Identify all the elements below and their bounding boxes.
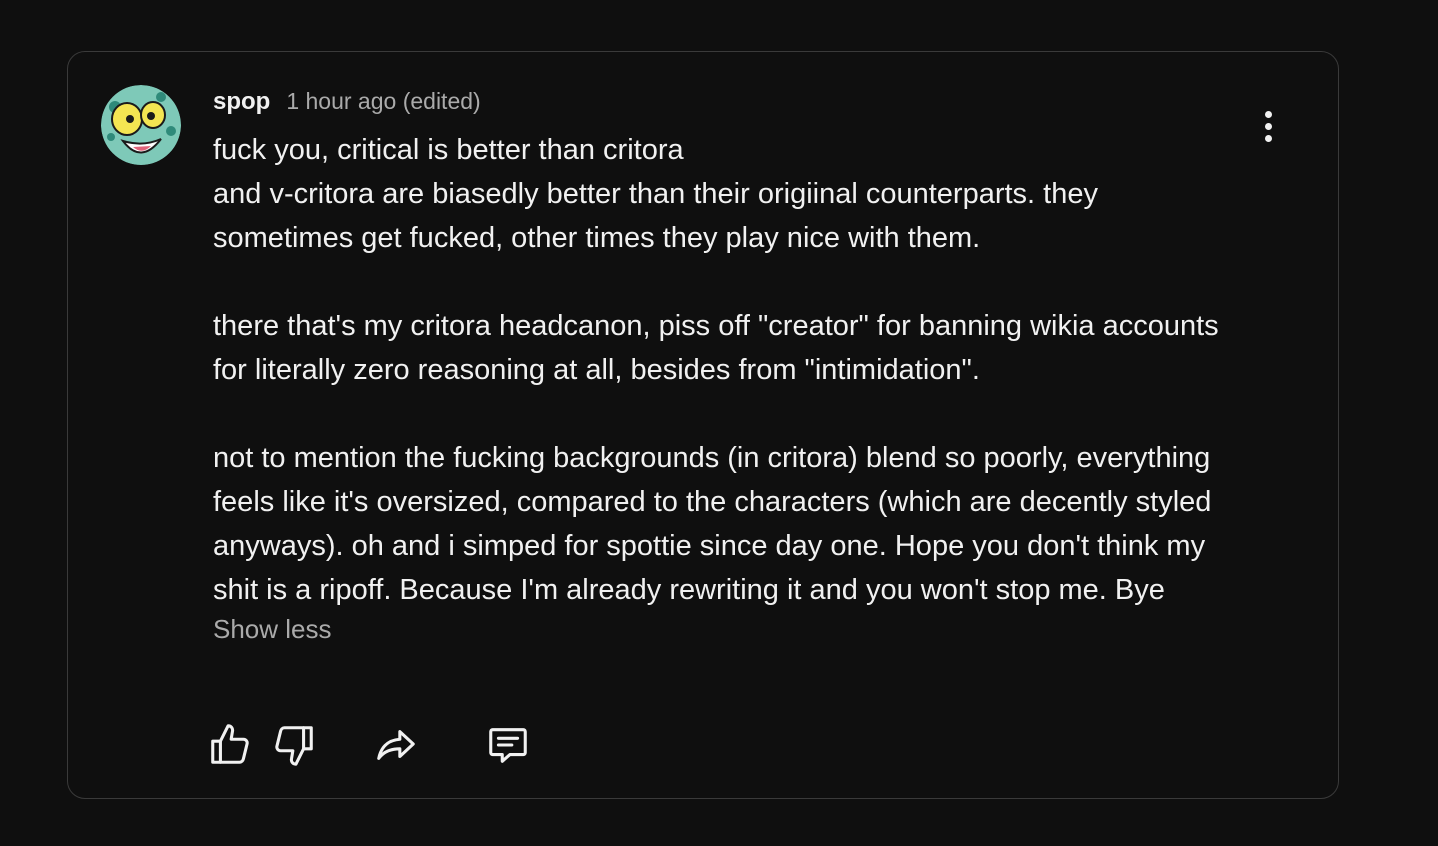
comment-card: spop 1 hour ago (edited) fuck you, criti… <box>67 51 1339 799</box>
like-button[interactable] <box>204 719 256 771</box>
avatar[interactable] <box>101 85 181 165</box>
share-icon <box>377 730 415 760</box>
more-options-button[interactable] <box>1248 104 1288 148</box>
more-vertical-icon-dot <box>1264 122 1272 130</box>
comment-content: spop 1 hour ago (edited) fuck you, criti… <box>213 88 1243 645</box>
author-name[interactable]: spop <box>213 88 270 116</box>
dislike-button[interactable] <box>268 719 320 771</box>
timestamp[interactable]: 1 hour ago (edited) <box>286 88 480 115</box>
thumbs-up-icon <box>211 724 249 764</box>
thumbs-down-icon <box>275 726 313 766</box>
comment-header: spop 1 hour ago (edited) <box>213 88 1243 118</box>
more-vertical-icon-dot <box>1264 134 1272 142</box>
comment-paragraph: there that's my critora headcanon, piss … <box>213 310 1227 386</box>
share-button[interactable] <box>370 719 422 771</box>
reply-comment-icon <box>489 728 527 763</box>
show-less-button[interactable]: Show less <box>213 614 332 645</box>
avatar-image <box>101 85 181 165</box>
comment-paragraph: not to mention the fucking backgrounds (… <box>213 442 1220 606</box>
more-vertical-icon <box>1264 110 1272 118</box>
comment-paragraph: fuck you, critical is better than critor… <box>213 134 1098 254</box>
comment-text: fuck you, critical is better than critor… <box>213 128 1243 612</box>
reply-button[interactable] <box>482 719 534 771</box>
